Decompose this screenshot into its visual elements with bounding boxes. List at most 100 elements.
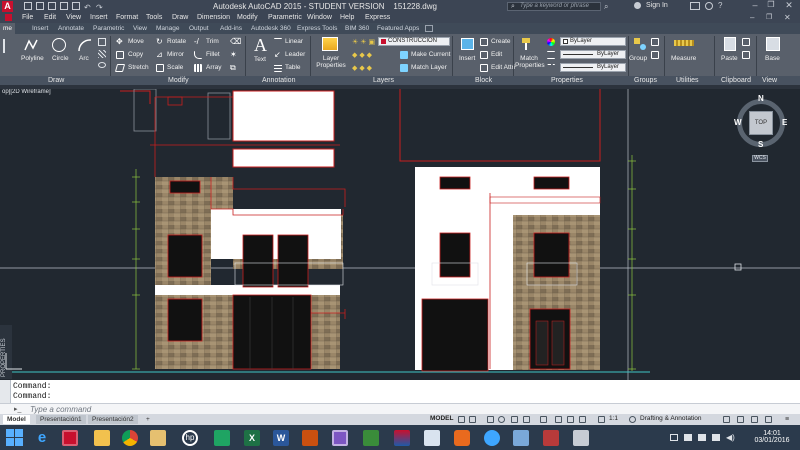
drawing-canvas[interactable]: op][2D Wireframe] TOP N S E W WCS PROPER… bbox=[0, 89, 800, 380]
help-icon[interactable]: ? bbox=[718, 1, 722, 10]
quick-access-print-icon[interactable] bbox=[72, 2, 80, 10]
undo-icon[interactable]: ↶ bbox=[84, 3, 91, 12]
scale-icon[interactable] bbox=[156, 64, 164, 72]
tray-clock[interactable]: 14:01 03/01/2016 bbox=[752, 430, 792, 444]
copy-button[interactable]: Copy bbox=[128, 51, 143, 58]
tab-model[interactable]: Model bbox=[3, 415, 30, 424]
viewcube-east[interactable]: E bbox=[782, 118, 787, 127]
table-icon[interactable] bbox=[274, 64, 282, 72]
linear-icon[interactable] bbox=[274, 38, 282, 46]
ellipse-icon[interactable] bbox=[98, 62, 106, 68]
match-properties-icon[interactable] bbox=[521, 37, 535, 51]
panel-title-annotation[interactable]: Annotation bbox=[262, 77, 295, 84]
paste-button[interactable]: Paste bbox=[721, 55, 738, 62]
tray-flag-icon[interactable] bbox=[698, 434, 706, 441]
make-current-icon[interactable] bbox=[400, 51, 408, 59]
hp-icon[interactable]: hp bbox=[182, 430, 198, 446]
copy-clip-icon[interactable] bbox=[742, 38, 750, 46]
network-app-icon[interactable] bbox=[513, 430, 529, 446]
tab-autodesk-360[interactable]: Autodesk 360 bbox=[251, 25, 291, 32]
quick-access-save-icon[interactable] bbox=[48, 2, 56, 10]
array-button[interactable]: Array bbox=[206, 64, 222, 71]
isolate-objects-icon[interactable] bbox=[751, 416, 758, 423]
annotation-scale-icon[interactable] bbox=[598, 416, 605, 423]
redo-icon[interactable]: ↷ bbox=[96, 3, 103, 12]
workspace-switcher[interactable]: Drafting & Annotation bbox=[640, 415, 701, 422]
document-app-icon[interactable] bbox=[424, 430, 440, 446]
polyline-label[interactable]: Polyline bbox=[21, 55, 44, 62]
rotate-button[interactable]: Rotate bbox=[167, 38, 186, 45]
make-current-button[interactable]: Make Current bbox=[411, 51, 450, 58]
search-icon[interactable]: ⌕ bbox=[604, 2, 608, 12]
vlc-icon[interactable] bbox=[454, 430, 470, 446]
word-icon[interactable]: W bbox=[273, 430, 289, 446]
flag-app-icon[interactable] bbox=[394, 430, 410, 446]
tab-presentacion2[interactable]: Presentación2 bbox=[88, 415, 138, 424]
selection-cycling-icon[interactable] bbox=[567, 416, 574, 423]
panel-title-utilities[interactable]: Utilities bbox=[676, 77, 699, 84]
command-icon[interactable]: ▸_ bbox=[14, 405, 21, 413]
linetype-dropdown[interactable]: ByLayer bbox=[560, 63, 626, 72]
move-button[interactable]: Move bbox=[128, 38, 144, 45]
tab-manage[interactable]: Manage bbox=[156, 25, 180, 32]
red-app-icon[interactable] bbox=[543, 430, 559, 446]
tab-output[interactable]: Output bbox=[189, 25, 209, 32]
menu-edit[interactable]: Edit bbox=[44, 14, 56, 21]
excel-icon[interactable]: X bbox=[244, 430, 260, 446]
circle-label[interactable]: Circle bbox=[52, 55, 69, 62]
tab-presentacion1[interactable]: Presentación1 bbox=[36, 415, 86, 424]
viewcube-south[interactable]: S bbox=[758, 140, 763, 149]
customize-icon[interactable]: ≡ bbox=[785, 416, 792, 423]
tab-add-ins[interactable]: Add-ins bbox=[220, 25, 242, 32]
mirror-icon[interactable]: ⊿ bbox=[156, 51, 164, 59]
internet-explorer-icon[interactable]: e bbox=[34, 430, 50, 446]
viewcube-north[interactable]: N bbox=[758, 94, 764, 103]
layer-properties-icon[interactable] bbox=[322, 37, 338, 51]
tab-home[interactable]: me bbox=[0, 23, 16, 34]
viewcube-top-face[interactable]: TOP bbox=[749, 111, 773, 135]
transparency-icon[interactable] bbox=[555, 416, 562, 423]
quick-access-saveas-icon[interactable] bbox=[60, 2, 68, 10]
viewcube-west[interactable]: W bbox=[734, 118, 742, 127]
rotate-icon[interactable]: ↻ bbox=[156, 38, 164, 46]
add-layout-icon[interactable]: + bbox=[142, 415, 154, 424]
wcs-menu[interactable]: WCS bbox=[752, 155, 768, 162]
powerpoint-icon[interactable] bbox=[302, 430, 318, 446]
explode-icon[interactable]: ✶ bbox=[230, 51, 238, 59]
photos-folder-icon[interactable] bbox=[150, 430, 166, 446]
command-input[interactable]: Type a command bbox=[30, 405, 91, 414]
mirror-button[interactable]: Mirror bbox=[167, 51, 184, 58]
workspace-gear-icon[interactable] bbox=[629, 416, 636, 423]
ungroup-icon[interactable] bbox=[651, 38, 659, 46]
close-icon[interactable]: ✕ bbox=[780, 0, 798, 11]
tab-annotate[interactable]: Annotate bbox=[58, 25, 84, 32]
match-layer-icon[interactable] bbox=[400, 64, 408, 72]
minimize-icon[interactable]: – bbox=[748, 0, 762, 11]
model-space-button[interactable]: MODEL bbox=[430, 415, 453, 422]
edit-button[interactable]: Edit bbox=[491, 51, 502, 58]
erase-icon[interactable]: ⌫ bbox=[230, 38, 241, 46]
layer-properties-button[interactable]: Layer Properties bbox=[316, 55, 346, 69]
panel-title-view[interactable]: View bbox=[762, 77, 777, 84]
leader-button[interactable]: Leader bbox=[285, 51, 305, 58]
move-icon[interactable]: ✥ bbox=[116, 38, 124, 46]
menu-file[interactable]: File bbox=[22, 14, 33, 21]
lineweight-dropdown[interactable]: ByLayer bbox=[560, 50, 626, 59]
clean-screen-icon[interactable] bbox=[765, 416, 772, 423]
color-dropdown[interactable]: ByLayer bbox=[560, 37, 626, 46]
hatch-icon[interactable] bbox=[98, 50, 106, 58]
tab-view[interactable]: View bbox=[133, 25, 147, 32]
chrome-icon[interactable] bbox=[122, 430, 138, 446]
panel-title-block[interactable]: Block bbox=[475, 77, 492, 84]
command-grip[interactable] bbox=[0, 380, 11, 405]
annotation-monitor-icon[interactable] bbox=[723, 416, 730, 423]
copy-icon[interactable] bbox=[116, 51, 124, 59]
panel-title-clipboard[interactable]: Clipboard bbox=[721, 77, 751, 84]
match-properties-button[interactable]: Match Properties bbox=[515, 55, 545, 69]
group-icon[interactable] bbox=[633, 37, 647, 51]
leader-icon[interactable]: ↙ bbox=[274, 51, 282, 59]
skype-icon[interactable] bbox=[484, 430, 500, 446]
panel-title-layers[interactable]: Layers bbox=[373, 77, 394, 84]
snap-icon[interactable] bbox=[469, 416, 476, 423]
quick-access-open-icon[interactable] bbox=[36, 2, 44, 10]
